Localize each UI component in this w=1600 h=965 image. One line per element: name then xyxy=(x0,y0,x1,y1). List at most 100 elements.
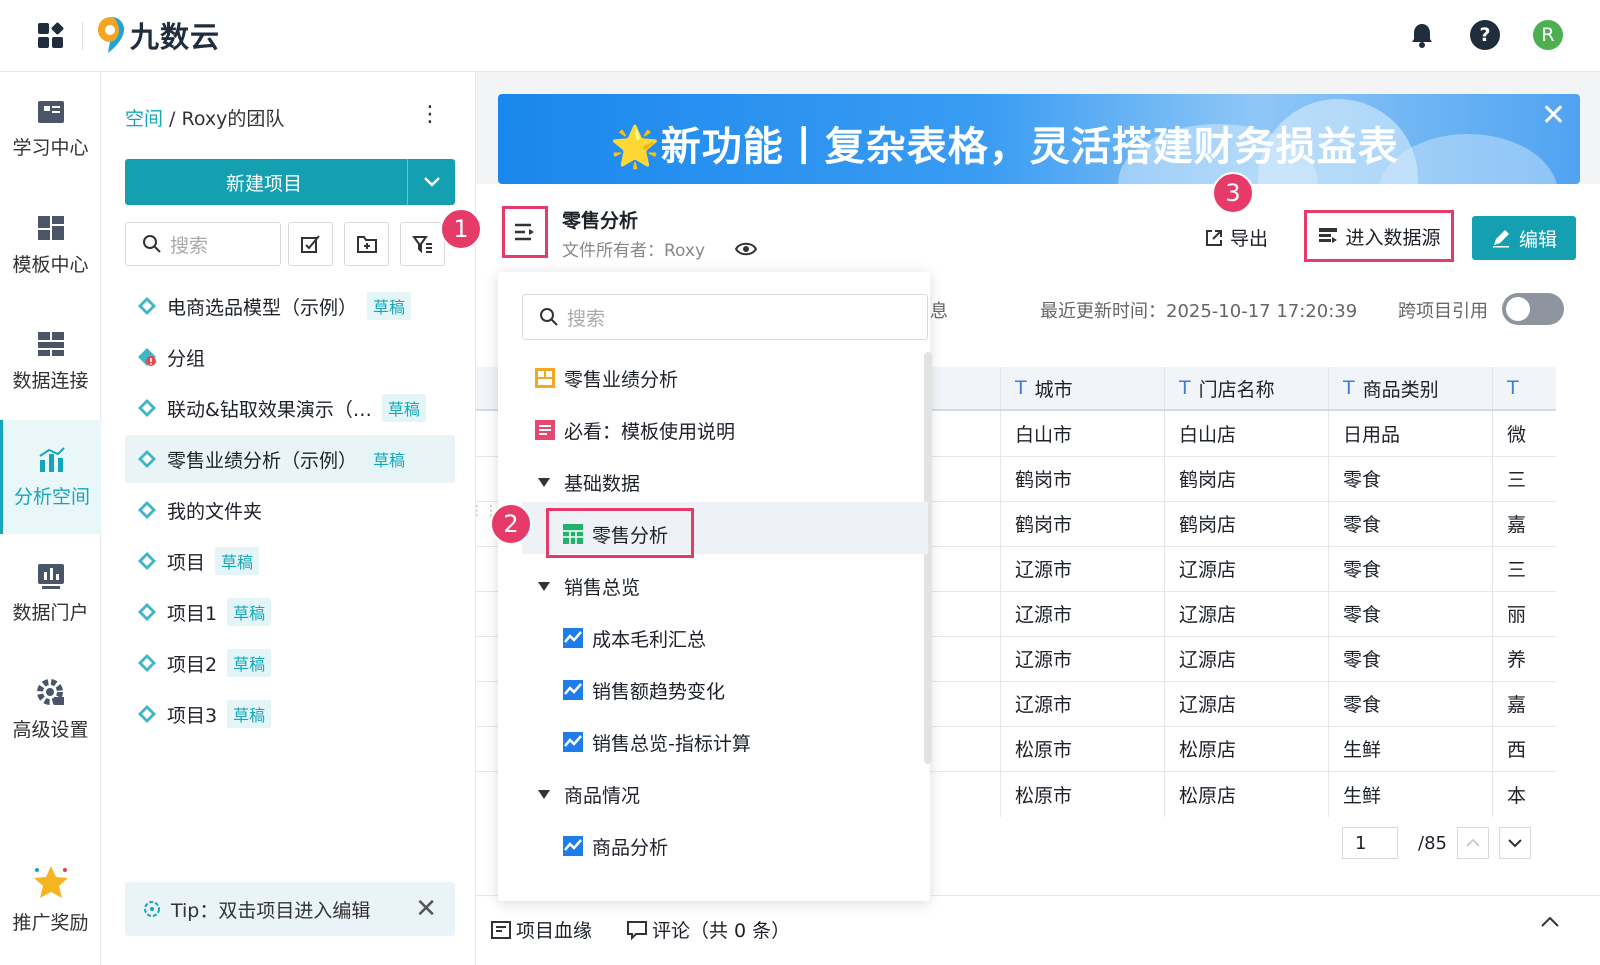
project-item[interactable]: 电商选品模型（示例） 草稿 xyxy=(125,282,455,330)
project-item[interactable]: 项目2 草稿 xyxy=(125,639,455,687)
table-cell: 辽源店 xyxy=(1164,636,1328,681)
nav-learning-center[interactable]: 学习中心 xyxy=(0,72,101,186)
banner-title: 🌟新功能丨复杂表格，灵活搭建财务损益表 xyxy=(610,124,1399,170)
page-down-button[interactable] xyxy=(1498,827,1531,859)
multi-select-button[interactable] xyxy=(288,222,333,266)
tree-item-analysis[interactable]: 销售总览-指标计算 xyxy=(562,716,751,768)
table-cell: 嘉 xyxy=(1492,681,1556,726)
filter-icon xyxy=(411,236,432,254)
page-up-button[interactable] xyxy=(1456,827,1489,859)
table-cell: 辽源店 xyxy=(1164,546,1328,591)
nav-data-portal[interactable]: 数据门户 xyxy=(0,536,101,650)
page-input[interactable]: 1 xyxy=(1342,827,1398,859)
column-header[interactable]: T 门店名称 xyxy=(1164,367,1328,409)
highlight-box xyxy=(546,508,694,558)
enter-datasource-button[interactable]: 进入数据源 xyxy=(1304,210,1454,262)
table-cell: 本 xyxy=(1492,771,1556,817)
new-folder-button[interactable] xyxy=(344,222,389,266)
nav-template-center[interactable]: 模板中心 xyxy=(0,188,101,302)
project-name: 项目2 xyxy=(167,653,218,676)
tree-item-analysis[interactable]: 商品分析 xyxy=(562,820,668,872)
table-cell: 辽源市 xyxy=(1000,636,1164,681)
last-updated: 最近更新时间：2025-10-17 17:20:39 xyxy=(1040,301,1358,322)
more-options-icon[interactable]: ⋮ xyxy=(419,102,441,127)
document-icon xyxy=(535,420,555,440)
lineage-button[interactable]: 项目血缘 xyxy=(490,916,592,943)
eye-icon[interactable] xyxy=(735,241,758,257)
filter-button[interactable] xyxy=(400,222,445,266)
tree-folder-product[interactable]: 商品情况 xyxy=(538,768,640,820)
directory-toggle-button[interactable] xyxy=(502,206,548,258)
nav-advanced-settings[interactable]: 高级设置 xyxy=(0,652,101,766)
project-name: 电商选品模型（示例） xyxy=(167,296,358,319)
project-item[interactable]: 项目 草稿 xyxy=(125,537,455,585)
nav-analysis-space[interactable]: 分析空间 xyxy=(0,420,101,534)
chevron-down-icon[interactable] xyxy=(407,159,455,205)
menu-icon xyxy=(515,223,534,241)
tree-item-dashboard[interactable]: 零售业绩分析 xyxy=(534,352,678,404)
project-search-input[interactable]: 搜索 xyxy=(125,222,281,266)
table-cell: 松原市 xyxy=(1000,771,1164,817)
table-cell: 丽 xyxy=(1492,591,1556,636)
nav-label: 模板中心 xyxy=(12,253,89,276)
column-header[interactable]: T 城市 xyxy=(1000,367,1164,409)
directory-search-input[interactable]: 搜索 xyxy=(522,294,928,340)
logo[interactable]: 九数云 xyxy=(96,14,220,56)
apps-grid-icon[interactable] xyxy=(38,21,66,49)
export-label: 导出 xyxy=(1230,228,1269,250)
partial-tab-label[interactable]: 息 xyxy=(930,297,948,323)
project-group-item[interactable]: 分组 xyxy=(125,333,455,381)
table-cell: 辽源店 xyxy=(1164,591,1328,636)
text-type-icon: T xyxy=(1179,377,1191,399)
help-icon[interactable]: ? xyxy=(1470,20,1500,50)
tree-item-analysis[interactable]: 成本毛利汇总 xyxy=(562,612,706,664)
project-item[interactable]: 项目1 草稿 xyxy=(125,588,455,636)
tree-item-label: 销售总览-指标计算 xyxy=(592,732,751,755)
datasource-icon xyxy=(1319,228,1338,243)
feature-banner[interactable]: 🌟新功能丨复杂表格，灵活搭建财务损益表 ✕ xyxy=(498,94,1580,184)
divider xyxy=(82,22,83,50)
project-item[interactable]: 项目3 草稿 xyxy=(125,690,455,738)
nav-data-connect[interactable]: 数据连接 xyxy=(0,304,101,418)
chevron-up-icon xyxy=(1466,838,1480,847)
analysis-chart-icon xyxy=(563,628,583,648)
cross-project-toggle[interactable] xyxy=(1502,293,1564,325)
bell-icon[interactable] xyxy=(1407,20,1437,50)
export-button[interactable]: 导出 xyxy=(1204,224,1268,251)
search-icon xyxy=(540,308,558,326)
tree-item-analysis[interactable]: 销售额趋势变化 xyxy=(562,664,725,716)
project-icon xyxy=(138,399,156,417)
project-item[interactable]: 我的文件夹 xyxy=(125,486,455,534)
project-icon xyxy=(138,603,156,621)
tree-folder-sales-overview[interactable]: 销售总览 xyxy=(538,560,640,612)
search-icon xyxy=(143,235,161,253)
tree-item-doc[interactable]: 必看：模板使用说明 xyxy=(534,404,735,456)
project-item[interactable]: 联动&钻取效果演示（… 草稿 xyxy=(125,384,455,432)
draft-badge: 草稿 xyxy=(227,649,272,677)
column-header[interactable]: T xyxy=(1492,367,1556,409)
breadcrumb-space-link[interactable]: 空间 xyxy=(125,108,163,130)
breadcrumb-team: Roxy的团队 xyxy=(181,108,285,130)
edit-button[interactable]: 编辑 xyxy=(1472,216,1576,260)
new-project-button[interactable]: 新建项目 xyxy=(125,159,455,205)
table-cell: 辽源店 xyxy=(1164,681,1328,726)
tree-folder-basic-data[interactable]: 基础数据 xyxy=(538,456,640,508)
star-icon xyxy=(33,865,68,898)
avatar[interactable]: R xyxy=(1533,20,1563,50)
tree-folder-label: 销售总览 xyxy=(564,576,641,599)
nav-label: 分析空间 xyxy=(13,485,90,508)
analysis-chart-icon xyxy=(563,732,583,752)
close-icon[interactable]: ✕ xyxy=(415,894,437,924)
column-header[interactable]: T 商品类别 xyxy=(1328,367,1492,409)
close-icon[interactable]: ✕ xyxy=(1541,98,1566,133)
caret-down-icon xyxy=(538,581,550,591)
collapse-button[interactable] xyxy=(1540,916,1560,928)
comments-button[interactable]: 评论（共 0 条） xyxy=(626,916,790,943)
project-item-selected[interactable]: 零售业绩分析（示例） 草稿 xyxy=(125,435,455,483)
checkbox-edit-icon xyxy=(300,235,320,253)
scrollbar[interactable] xyxy=(924,352,932,764)
table-cell: 鹤岗店 xyxy=(1164,501,1328,546)
step-marker-2: 2 xyxy=(490,503,532,545)
lineage-icon xyxy=(491,920,511,939)
nav-promotion-rewards[interactable]: 推广奖励 xyxy=(0,842,101,956)
